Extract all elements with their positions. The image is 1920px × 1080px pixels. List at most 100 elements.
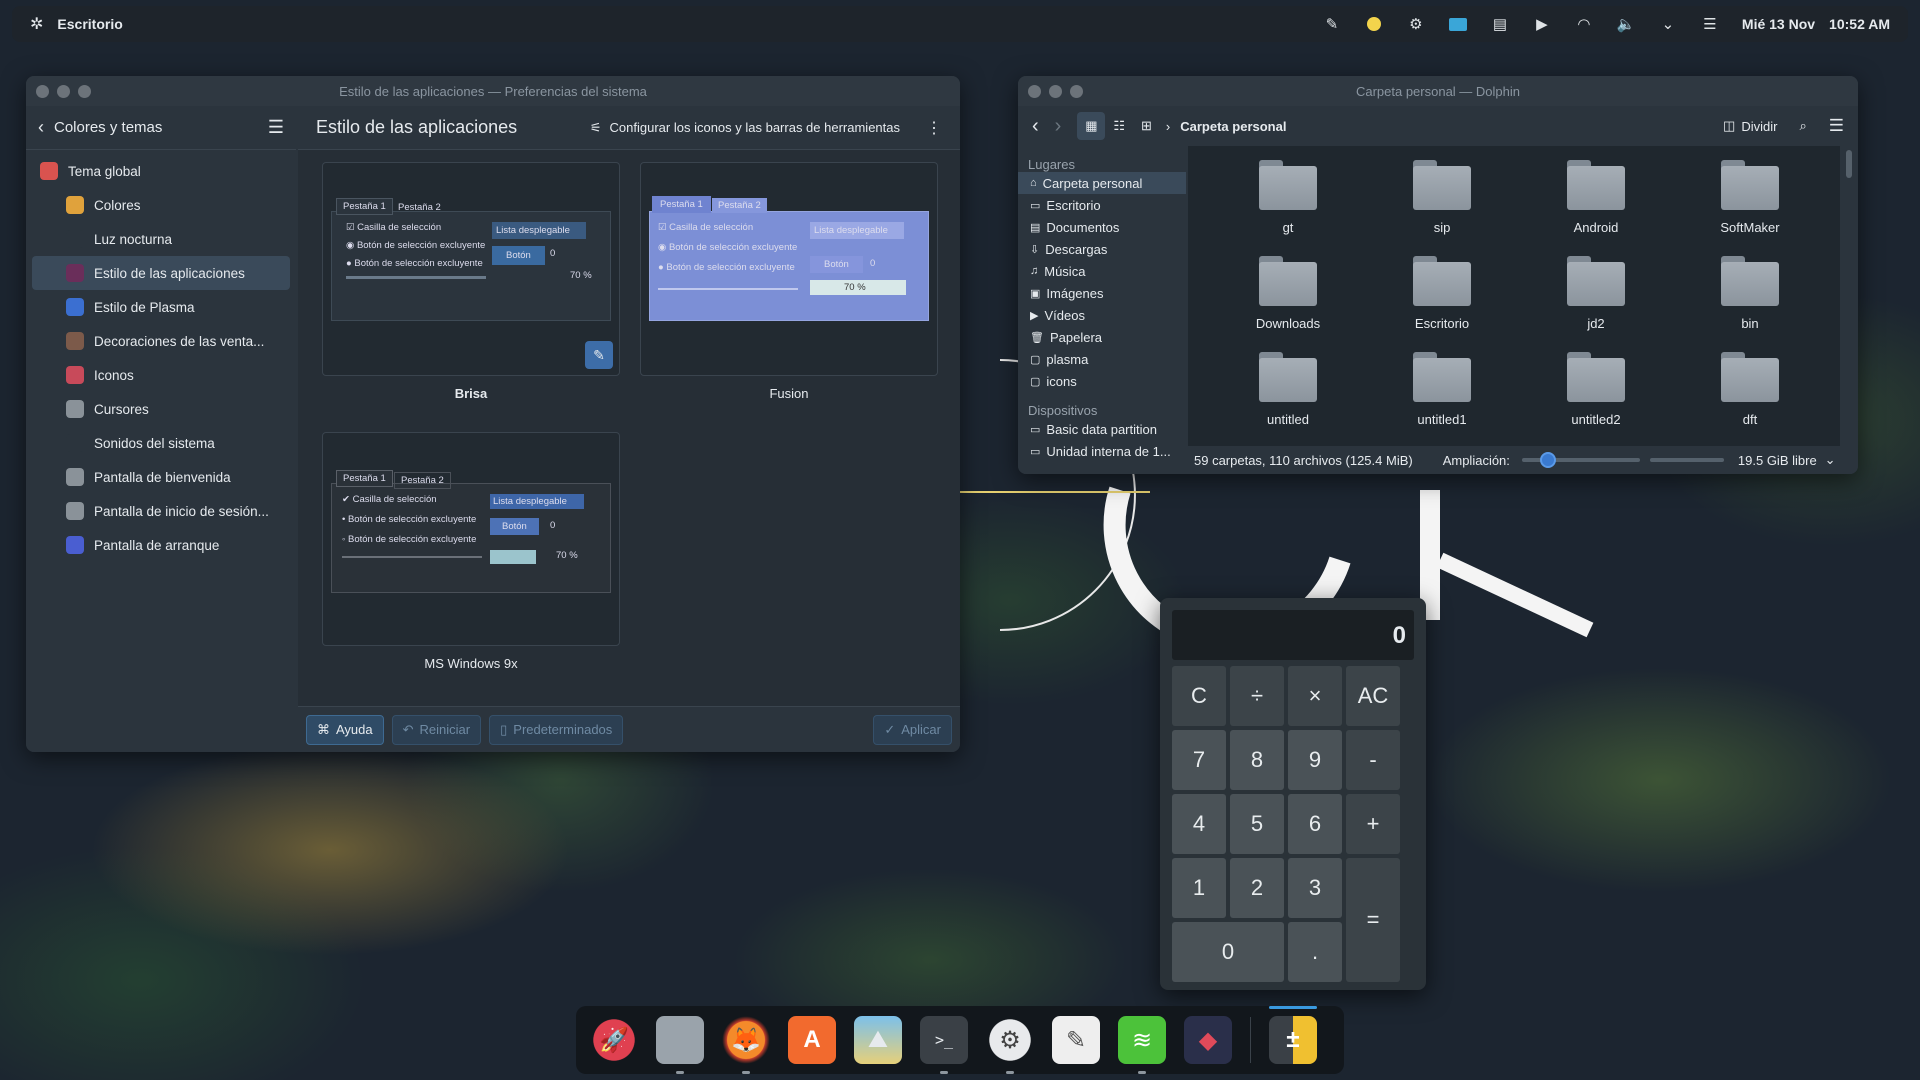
terminal-icon[interactable]: >_ (920, 1016, 968, 1074)
app-store-icon[interactable]: A (788, 1016, 836, 1064)
sidebar-item-0[interactable]: Tema global (26, 154, 296, 188)
tree-view-icon[interactable]: ⊞ (1141, 118, 1152, 134)
folder-item[interactable]: bin (1680, 256, 1820, 331)
breadcrumb[interactable]: Carpeta personal (1180, 119, 1286, 134)
sidebar-item-3[interactable]: Estilo de las aplicaciones (32, 256, 290, 290)
folder-item[interactable]: SoftMaker (1680, 160, 1820, 235)
calc-key[interactable]: AC (1346, 666, 1400, 726)
pen-icon[interactable]: ✎ (1322, 14, 1342, 34)
folder-item[interactable]: untitled (1218, 352, 1358, 427)
calc-key[interactable]: = (1346, 858, 1400, 982)
device-item[interactable]: ▭ Basic data partition (1018, 418, 1186, 440)
sidebar-item-5[interactable]: Decoraciones de las venta... (26, 324, 296, 358)
clipboard-icon[interactable]: ▤ (1490, 14, 1510, 34)
sidebar-item-4[interactable]: Estilo de Plasma (26, 290, 296, 324)
night-light-icon[interactable] (1364, 14, 1384, 34)
folder-item[interactable]: Android (1526, 160, 1666, 235)
maximize-button[interactable] (1070, 85, 1083, 98)
hamburger-menu-icon[interactable]: ☰ (268, 117, 284, 138)
media-player-icon[interactable]: ▶ (1532, 14, 1552, 34)
calc-key[interactable]: . (1288, 922, 1342, 982)
sidebar-item-7[interactable]: Cursores (26, 392, 296, 426)
clock-date[interactable]: Mié 13 Nov (1742, 16, 1815, 32)
kdenlive-icon[interactable]: ◆ (1184, 1016, 1232, 1064)
folder-item[interactable]: untitled2 (1526, 352, 1666, 427)
close-button[interactable] (36, 85, 49, 98)
folder-item[interactable]: jd2 (1526, 256, 1666, 331)
reset-button[interactable]: ↶ Reiniciar (391, 714, 482, 745)
style-card-ms-windows-9x[interactable]: Pestaña 1 Pestaña 2 ✔ Casilla de selecci… (322, 432, 620, 646)
calc-key[interactable]: 9 (1288, 730, 1342, 790)
device-item[interactable]: ▭ Unidad interna de 1... (1018, 440, 1186, 462)
display-icon[interactable] (1448, 14, 1468, 34)
spotify-icon[interactable]: ≋ (1118, 1016, 1166, 1074)
sidebar-item-1[interactable]: Colores (26, 188, 296, 222)
place-item[interactable]: ▢ plasma (1018, 348, 1186, 370)
calculator-app-icon[interactable]: ± (1269, 1006, 1317, 1064)
calc-key[interactable]: 7 (1172, 730, 1226, 790)
folder-item[interactable]: dft (1680, 352, 1820, 427)
chevron-down-icon[interactable]: ⌄ (1658, 14, 1678, 34)
volume-icon[interactable]: 🔈 (1616, 14, 1636, 34)
place-item[interactable]: ⌂ Carpeta personal (1018, 172, 1186, 194)
split-button[interactable]: ◫ Dividir (1723, 118, 1777, 134)
sidebar-item-2[interactable]: Luz nocturna (26, 222, 296, 256)
place-item[interactable]: ⇩ Descargas (1018, 238, 1186, 260)
calc-key[interactable]: 6 (1288, 794, 1342, 854)
configure-icons-button[interactable]: ⚟ Configurar los iconos y las barras de … (590, 120, 900, 136)
place-item[interactable]: 🗑 Papelera (1018, 326, 1186, 348)
folder-item[interactable]: sip (1372, 160, 1512, 235)
minimize-button[interactable] (1049, 85, 1062, 98)
launcher-label[interactable]: Escritorio (57, 16, 122, 32)
more-options-icon[interactable]: ⋮ (926, 118, 942, 138)
back-icon[interactable]: ‹ (1032, 115, 1039, 138)
place-item[interactable]: ▶ Vídeos (1018, 304, 1186, 326)
place-item[interactable]: ▭ Escritorio (1018, 194, 1186, 216)
close-button[interactable] (1028, 85, 1041, 98)
place-item[interactable]: ▣ Imágenes (1018, 282, 1186, 304)
calc-key[interactable]: ÷ (1230, 666, 1284, 726)
sidebar-item-9[interactable]: Pantalla de bienvenida (26, 460, 296, 494)
calc-key[interactable]: 4 (1172, 794, 1226, 854)
apply-button[interactable]: ✓ Aplicar (873, 714, 952, 745)
place-item[interactable]: ♫ Música (1018, 260, 1186, 282)
settings-titlebar[interactable]: Estilo de las aplicaciones — Preferencia… (26, 76, 960, 106)
wifi-icon[interactable]: ◠ (1574, 14, 1594, 34)
chevron-down-icon[interactable]: ⌄ (1825, 452, 1836, 468)
folder-item[interactable]: gt (1218, 160, 1358, 235)
kde-connect-icon[interactable]: ⚙ (1406, 14, 1426, 34)
rocket-launcher-icon[interactable]: 🚀 (590, 1016, 638, 1064)
file-view-scrollbar[interactable] (1846, 150, 1852, 178)
dolphin-titlebar[interactable]: Carpeta personal — Dolphin (1018, 76, 1858, 106)
calc-key[interactable]: 3 (1288, 858, 1342, 918)
details-view-icon[interactable]: ☷ (1113, 118, 1125, 134)
maximize-button[interactable] (78, 85, 91, 98)
calc-key[interactable]: 5 (1230, 794, 1284, 854)
back-arrow-icon[interactable]: ‹ (38, 117, 44, 138)
category-title[interactable]: Colores y temas (54, 119, 162, 136)
forward-icon[interactable]: › (1055, 115, 1062, 138)
calc-key[interactable]: 0 (1172, 922, 1284, 982)
icon-view-icon[interactable]: ▦ (1077, 112, 1106, 140)
firefox-icon[interactable]: 🦊 (722, 1016, 770, 1074)
calc-key[interactable]: - (1346, 730, 1400, 790)
folder-item[interactable]: untitled1 (1372, 352, 1512, 427)
hamburger-menu-icon[interactable]: ☰ (1829, 116, 1844, 136)
sidebar-item-8[interactable]: Sonidos del sistema (26, 426, 296, 460)
image-viewer-icon[interactable]: ⛰ (854, 1016, 902, 1064)
zoom-slider[interactable] (1521, 452, 1640, 468)
clock-time[interactable]: 10:52 AM (1829, 16, 1890, 32)
calc-key[interactable]: × (1288, 666, 1342, 726)
file-manager-icon[interactable] (656, 1016, 704, 1074)
style-card-brisa[interactable]: Pestaña 1 Pestaña 2 ☑ Casilla de selecci… (322, 162, 620, 376)
calc-key[interactable]: C (1172, 666, 1226, 726)
calc-key[interactable]: 2 (1230, 858, 1284, 918)
folder-item[interactable]: Escritorio (1372, 256, 1512, 331)
style-card-fusion[interactable]: Pestaña 1 Pestaña 2 ☑ Casilla de selecci… (640, 162, 938, 376)
minimize-button[interactable] (57, 85, 70, 98)
help-button[interactable]: ⌘ Ayuda (306, 714, 384, 745)
folder-item[interactable]: Downloads (1218, 256, 1358, 331)
calc-key[interactable]: 8 (1230, 730, 1284, 790)
free-space-label[interactable]: 19.5 GiB libre (1738, 453, 1817, 468)
defaults-button[interactable]: ▯ Predeterminados (489, 714, 624, 745)
